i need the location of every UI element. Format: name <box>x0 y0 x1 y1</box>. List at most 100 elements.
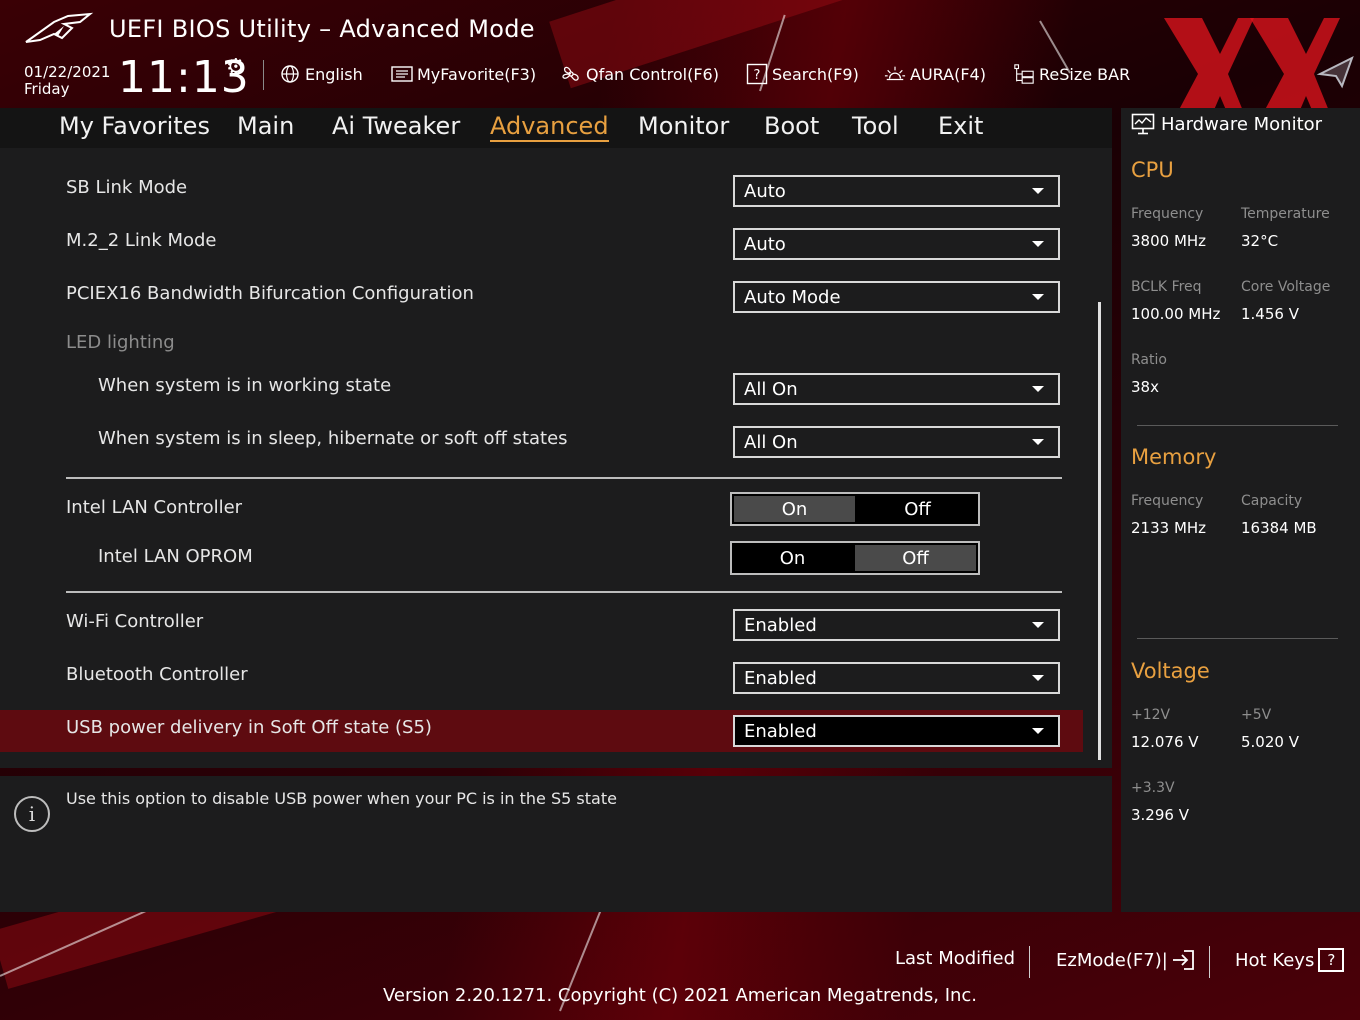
m2-2-link-mode-label: M.2_2 Link Mode <box>66 230 217 251</box>
hardware-monitor-title: Hardware Monitor <box>1131 112 1322 136</box>
header-divider <box>263 60 264 90</box>
toggle-on-option[interactable]: On <box>732 543 853 573</box>
m2-2-link-mode-dropdown[interactable]: Auto <box>733 228 1060 260</box>
myfavorite-button[interactable]: MyFavorite(F3) <box>391 62 536 86</box>
language-label: English <box>305 64 363 84</box>
tab-boot[interactable]: Boot <box>764 112 819 140</box>
v5-value: 5.020 V <box>1241 733 1299 751</box>
bluetooth-controller-dropdown[interactable]: Enabled <box>733 662 1060 694</box>
led-sleep-state-value: All On <box>744 431 798 453</box>
cpu-temperature-label: Temperature <box>1241 206 1330 222</box>
bclk-freq-label: BCLK Freq <box>1131 279 1202 295</box>
tab-exit[interactable]: Exit <box>938 112 983 140</box>
memory-frequency-value: 2133 MHz <box>1131 519 1207 537</box>
dropdown-caret-icon <box>1032 439 1044 445</box>
tab-monitor[interactable]: Monitor <box>638 112 729 140</box>
bluetooth-controller-label: Bluetooth Controller <box>66 664 248 685</box>
wifi-controller-dropdown[interactable]: Enabled <box>733 609 1060 641</box>
language-button[interactable]: English <box>279 62 363 86</box>
ezmode-button[interactable]: EzMode(F7)| <box>1056 948 1196 972</box>
voltage-heading: Voltage <box>1131 659 1210 683</box>
bclk-freq-value: 100.00 MHz <box>1131 305 1221 323</box>
resize-bar-label: ReSize BAR <box>1039 64 1131 84</box>
usb-power-s5-label: USB power delivery in Soft Off state (S5… <box>66 717 432 738</box>
dropdown-caret-icon <box>1032 675 1044 681</box>
rog-logo-icon <box>25 12 94 43</box>
led-sleep-state-label: When system is in sleep, hibernate or so… <box>98 428 568 449</box>
hardware-monitor-label: Hardware Monitor <box>1161 113 1323 135</box>
ratio-value: 38x <box>1131 378 1159 396</box>
pciex16-bifurcation-dropdown[interactable]: Auto Mode <box>733 281 1060 313</box>
sb-link-mode-value: Auto <box>744 180 786 202</box>
cpu-heading: CPU <box>1131 158 1174 182</box>
search-button[interactable]: ? Search(F9) <box>746 62 859 86</box>
memory-heading: Memory <box>1131 445 1217 469</box>
aura-button[interactable]: AURA(F4) <box>884 62 986 86</box>
toggle-on-option[interactable]: On <box>734 496 855 522</box>
gear-icon[interactable]: ⚙ <box>226 55 246 80</box>
footer-divider <box>1209 946 1210 978</box>
settings-scrollbar[interactable] <box>1098 302 1101 760</box>
tab-advanced[interactable]: Advanced <box>490 112 609 142</box>
pciex16-bifurcation-label: PCIEX16 Bandwidth Bifurcation Configurat… <box>66 283 474 304</box>
led-sleep-state-dropdown[interactable]: All On <box>733 426 1060 458</box>
monitor-icon <box>1131 112 1157 136</box>
toggle-off-option[interactable]: Off <box>855 545 976 571</box>
app-title: UEFI BIOS Utility – Advanced Mode <box>109 15 535 43</box>
info-icon: i <box>14 796 50 832</box>
pciex16-bifurcation-value: Auto Mode <box>744 286 841 308</box>
exit-arrow-icon <box>1170 948 1196 972</box>
day-text: Friday <box>24 80 70 98</box>
wifi-controller-value: Enabled <box>744 614 817 636</box>
led-working-state-dropdown[interactable]: All On <box>733 373 1060 405</box>
qfan-control-button[interactable]: Qfan Control(F6) <box>560 62 719 86</box>
v12-label: +12V <box>1131 707 1171 723</box>
tab-tool[interactable]: Tool <box>852 112 899 140</box>
led-lighting-group-label: LED lighting <box>66 332 175 353</box>
header-bar: UEFI BIOS Utility – Advanced Mode 01/22/… <box>0 0 1360 138</box>
intel-lan-oprom-label: Intel LAN OPROM <box>98 546 253 567</box>
dropdown-caret-icon <box>1032 622 1044 628</box>
last-modified-label: Last Modified <box>895 948 1016 969</box>
resize-bar-button[interactable]: ReSize BAR <box>1013 62 1130 86</box>
core-voltage-value: 1.456 V <box>1241 305 1299 323</box>
intel-lan-controller-toggle[interactable]: On Off <box>730 492 980 526</box>
led-working-state-value: All On <box>744 378 798 400</box>
v12-value: 12.076 V <box>1131 733 1199 751</box>
dropdown-caret-icon <box>1032 241 1044 247</box>
cpu-frequency-label: Frequency <box>1131 206 1204 222</box>
dropdown-caret-icon <box>1032 294 1044 300</box>
hwm-divider <box>1137 425 1338 426</box>
toggle-off-option[interactable]: Off <box>857 494 978 524</box>
sb-link-mode-dropdown[interactable]: Auto <box>733 175 1060 207</box>
m2-2-link-mode-value: Auto <box>744 233 786 255</box>
tab-main[interactable]: Main <box>237 112 294 140</box>
intel-lan-controller-label: Intel LAN Controller <box>66 497 243 518</box>
date-display: 01/22/2021 Friday <box>24 64 110 98</box>
help-box-icon: ? <box>1318 948 1345 972</box>
wifi-controller-label: Wi-Fi Controller <box>66 611 204 632</box>
usb-power-s5-dropdown[interactable]: Enabled <box>733 715 1060 747</box>
main-menu-bar: My Favorites Main Ai Tweaker Advanced Mo… <box>0 108 1112 148</box>
bluetooth-controller-value: Enabled <box>744 667 817 689</box>
hot-keys-button[interactable]: Hot Keys ? <box>1235 948 1345 972</box>
myfavorite-label: MyFavorite(F3) <box>417 64 537 84</box>
usb-power-s5-value: Enabled <box>744 720 817 742</box>
cpu-temperature-value: 32°C <box>1241 232 1279 250</box>
hot-keys-label: Hot Keys <box>1235 949 1315 971</box>
ezmode-label: EzMode(F7)| <box>1056 949 1168 971</box>
resize-bar-icon <box>1013 63 1035 85</box>
memory-capacity-label: Capacity <box>1241 493 1303 509</box>
last-modified-button[interactable]: Last Modified <box>895 948 1015 969</box>
dropdown-caret-icon <box>1032 386 1044 392</box>
tab-ai-tweaker[interactable]: Ai Tweaker <box>332 112 460 140</box>
qfan-label: Qfan Control(F6) <box>586 64 719 84</box>
tab-my-favorites[interactable]: My Favorites <box>59 112 210 140</box>
v33-label: +3.3V <box>1131 780 1175 796</box>
cpu-frequency-value: 3800 MHz <box>1131 232 1207 250</box>
intel-lan-oprom-toggle[interactable]: On Off <box>730 541 980 575</box>
led-working-state-label: When system is in working state <box>98 375 392 396</box>
memory-frequency-label: Frequency <box>1131 493 1204 509</box>
footer-divider <box>1029 946 1030 978</box>
sb-link-mode-label: SB Link Mode <box>66 177 188 198</box>
